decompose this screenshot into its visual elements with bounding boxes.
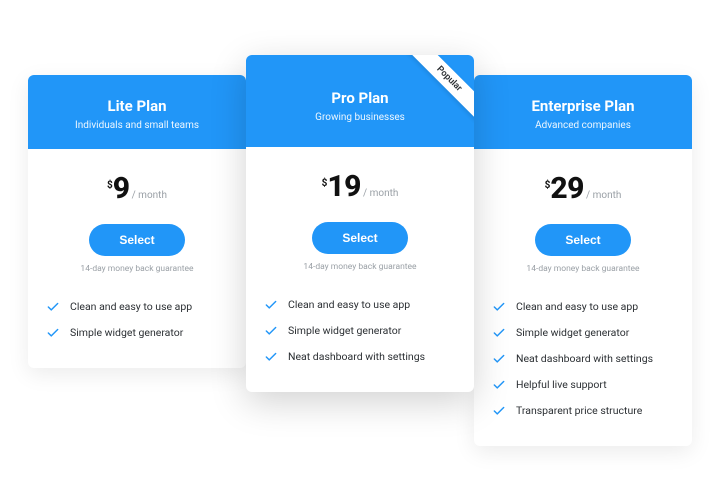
- check-icon: [46, 300, 60, 314]
- plan-card-enterprise: Enterprise Plan Advanced companies $29/ mo…: [474, 75, 692, 446]
- check-icon: [46, 326, 60, 340]
- plan-name: Pro Plan: [256, 89, 464, 107]
- feature-label: Clean and easy to use app: [516, 300, 638, 313]
- feature-item: Clean and easy to use app: [264, 292, 456, 318]
- feature-item: Helpful live support: [492, 372, 674, 398]
- plan-card-lite: Lite Plan Individuals and small teams $9/ …: [28, 75, 246, 368]
- feature-label: Neat dashboard with settings: [288, 350, 425, 363]
- feature-item: Clean and easy to use app: [46, 294, 228, 320]
- guarantee-text: 14-day money back guarantee: [474, 264, 692, 274]
- feature-label: Simple widget generator: [70, 326, 183, 339]
- price-period: / month: [132, 190, 167, 201]
- plan-card-pro: PopularPro PlanGrowing businesses$19/ mo…: [246, 55, 474, 392]
- feature-item: Simple widget generator: [46, 320, 228, 346]
- feature-label: Helpful live support: [516, 378, 607, 391]
- check-icon: [492, 404, 506, 418]
- check-icon: [492, 326, 506, 340]
- plan-header: Lite Plan Individuals and small teams: [28, 75, 246, 149]
- select-button[interactable]: Select: [89, 224, 184, 256]
- feature-item: Transparent price structure: [492, 398, 674, 424]
- plan-header: Enterprise Plan Advanced companies: [474, 75, 692, 149]
- feature-item: Neat dashboard with settings: [264, 344, 456, 370]
- pricing-row: Lite PlanIndividuals and small teams$9/ …: [28, 55, 692, 446]
- check-icon: [492, 352, 506, 366]
- currency-symbol: $: [322, 178, 328, 189]
- price-block: $29/ month: [474, 149, 692, 214]
- check-icon: [264, 324, 278, 338]
- plan-subtitle: Growing businesses: [256, 112, 464, 123]
- feature-list: Clean and easy to use app Simple widget g…: [246, 286, 474, 392]
- guarantee-text: 14-day money back guarantee: [246, 262, 474, 272]
- price-period: / month: [363, 188, 398, 199]
- feature-label: Clean and easy to use app: [70, 300, 192, 313]
- feature-list: Clean and easy to use app Simple widget g…: [474, 288, 692, 446]
- feature-item: Simple widget generator: [492, 320, 674, 346]
- feature-list: Clean and easy to use app Simple widget g…: [28, 288, 246, 368]
- feature-label: Simple widget generator: [288, 324, 401, 337]
- plan-name: Lite Plan: [38, 97, 236, 115]
- check-icon: [492, 378, 506, 392]
- select-button[interactable]: Select: [535, 224, 630, 256]
- feature-label: Clean and easy to use app: [288, 298, 410, 311]
- plan-name: Enterprise Plan: [484, 97, 682, 115]
- check-icon: [264, 298, 278, 312]
- price-amount: 19: [327, 169, 361, 204]
- feature-label: Simple widget generator: [516, 326, 629, 339]
- price-block: $9/ month: [28, 149, 246, 214]
- feature-label: Neat dashboard with settings: [516, 352, 653, 365]
- price-amount: 9: [113, 171, 130, 206]
- price-block: $19/ month: [246, 147, 474, 212]
- feature-item: Clean and easy to use app: [492, 294, 674, 320]
- feature-item: Simple widget generator: [264, 318, 456, 344]
- plan-subtitle: Advanced companies: [484, 120, 682, 131]
- currency-symbol: $: [107, 180, 113, 191]
- price-period: / month: [586, 190, 621, 201]
- plan-header: Pro Plan Growing businesses: [246, 55, 474, 147]
- select-button[interactable]: Select: [312, 222, 407, 254]
- feature-label: Transparent price structure: [516, 404, 642, 417]
- guarantee-text: 14-day money back guarantee: [28, 264, 246, 274]
- check-icon: [492, 300, 506, 314]
- currency-symbol: $: [545, 180, 551, 191]
- check-icon: [264, 350, 278, 364]
- plan-subtitle: Individuals and small teams: [38, 120, 236, 131]
- price-amount: 29: [550, 171, 584, 206]
- feature-item: Neat dashboard with settings: [492, 346, 674, 372]
